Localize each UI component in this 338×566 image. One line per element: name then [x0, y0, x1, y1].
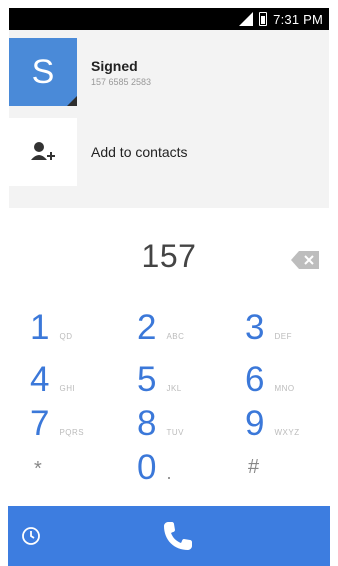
key-2-number: 2: [137, 308, 157, 347]
key-1-letters: QD: [59, 332, 73, 341]
clock-icon[interactable]: [20, 525, 42, 547]
key-hash[interactable]: #: [248, 456, 259, 479]
signal-icon: [239, 12, 254, 26]
key-0-letters: .: [166, 463, 172, 483]
contact-suggestions: S Signed 157 6585 2583 Add to contacts: [9, 30, 329, 208]
key-7-letters: PQRS: [59, 428, 85, 437]
key-8-letters: TUV: [166, 428, 184, 437]
avatar-corner-marker: [67, 96, 77, 106]
key-7-number: 7: [30, 404, 50, 443]
dialed-number[interactable]: 157: [9, 238, 329, 275]
key-0-number: 0: [137, 448, 157, 487]
key-9-number: 9: [245, 404, 265, 443]
battery-icon: [259, 12, 268, 26]
key-1[interactable]: 1 QD: [30, 308, 72, 348]
backspace-icon[interactable]: [291, 251, 319, 269]
contact-number: 157 6585 2583: [91, 76, 152, 87]
contact-name: Signed: [91, 57, 138, 74]
bottom-action-bar: [8, 506, 330, 566]
key-2[interactable]: 2 ABC: [137, 308, 184, 348]
avatar: S: [9, 38, 77, 106]
add-contact-icon: [9, 118, 77, 186]
key-8-number: 8: [137, 404, 157, 443]
key-2-letters: ABC: [166, 332, 185, 341]
key-4[interactable]: 4 GHI: [30, 360, 75, 400]
key-9-letters: WXYZ: [274, 428, 300, 437]
key-4-number: 4: [30, 360, 50, 399]
key-hash-symbol: #: [248, 456, 260, 478]
key-3[interactable]: 3 DEF: [245, 308, 292, 348]
avatar-letter: S: [31, 52, 55, 91]
phone-icon[interactable]: [158, 516, 198, 556]
key-8[interactable]: 8 TUV: [137, 404, 184, 444]
key-3-letters: DEF: [274, 332, 292, 341]
key-6[interactable]: 6 MNO: [245, 360, 295, 400]
key-3-number: 3: [245, 308, 265, 347]
add-to-contacts-label: Add to contacts: [91, 144, 188, 160]
key-9[interactable]: 9 WXYZ: [245, 404, 300, 444]
key-6-number: 6: [245, 360, 265, 399]
key-7[interactable]: 7 PQRS: [30, 404, 84, 444]
key-0[interactable]: 0 .: [137, 448, 172, 488]
suggestion-contact[interactable]: S Signed 157 6585 2583: [9, 38, 329, 106]
dialed-number-row: 157: [9, 238, 329, 288]
status-bar: 7:31 PM: [9, 8, 329, 30]
add-to-contacts-item[interactable]: Add to contacts: [9, 118, 329, 186]
key-star-symbol: *: [34, 458, 42, 480]
key-5[interactable]: 5 JKL: [137, 360, 182, 400]
key-1-number: 1: [30, 308, 50, 347]
key-5-letters: JKL: [166, 384, 182, 393]
key-star[interactable]: *: [34, 458, 42, 481]
key-6-letters: MNO: [274, 384, 295, 393]
key-4-letters: GHI: [59, 384, 76, 393]
status-time: 7:31 PM: [273, 11, 323, 27]
key-5-number: 5: [137, 360, 157, 399]
